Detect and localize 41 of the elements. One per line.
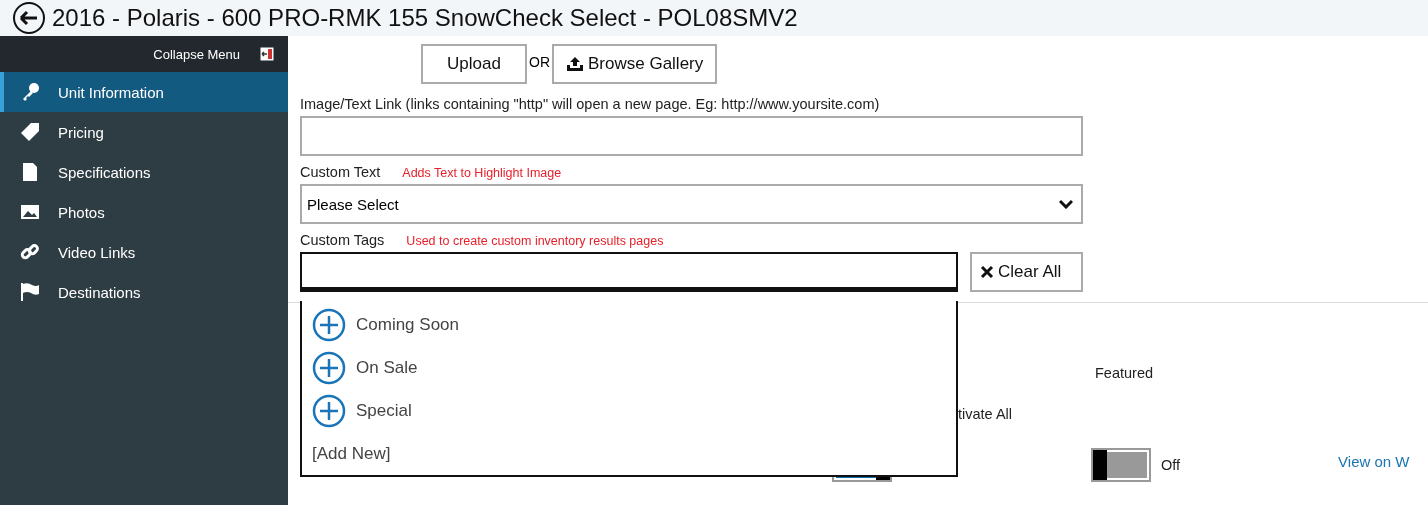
sidebar-item[interactable]: Destinations: [0, 272, 288, 312]
plus-circle-icon: [312, 350, 346, 385]
field-hint: Used to create custom inventory results pages: [406, 234, 664, 248]
field-label: Custom Text: [300, 164, 381, 180]
upload-button[interactable]: Upload: [421, 44, 527, 84]
document-icon: [20, 162, 40, 182]
featured-label: Featured: [1095, 365, 1154, 381]
dropdown-option[interactable]: Special: [312, 389, 946, 432]
page-title: 2016 - Polaris - 600 PRO-RMK 155 SnowCheck Select - POL08SMV2: [52, 4, 798, 32]
custom-tags-input-field[interactable]: [300, 252, 958, 292]
or-label: OR: [529, 54, 550, 70]
plus-circle-icon: [312, 393, 346, 428]
sidebar-item[interactable]: Video Links: [0, 232, 288, 272]
dropdown-option[interactable]: On Sale: [312, 346, 946, 389]
field-label: Custom Tags: [300, 232, 385, 248]
upload-tray-icon: [566, 56, 584, 72]
sidebar-item[interactable]: Unit Information: [0, 72, 288, 112]
plus-circle-icon: [312, 307, 346, 342]
flag-icon: [20, 282, 40, 302]
collapse-icon[interactable]: [260, 47, 274, 61]
close-icon: [980, 265, 994, 279]
sidebar-item[interactable]: Pricing: [0, 112, 288, 152]
collapse-menu-link[interactable]: Collapse Menu: [153, 46, 240, 62]
clear-all-button[interactable]: Clear All: [970, 252, 1083, 292]
dropdown-option[interactable]: [Add New]: [312, 432, 946, 475]
field-label: Image/Text Link (links containing "http" will open a new page. Eg: http://www.yoursite.com): [300, 96, 880, 112]
chevron-down-icon: [1059, 199, 1073, 209]
toggle-state-label: Off: [1161, 457, 1181, 473]
sidebar-item[interactable]: Photos: [0, 192, 288, 232]
activate-all-label: tivate All: [958, 406, 1012, 422]
toggle-switch[interactable]: [1091, 448, 1151, 482]
tag-icon: [20, 122, 40, 142]
sidebar-item[interactable]: Specifications: [0, 152, 288, 192]
custom-text-select[interactable]: Please Select: [300, 184, 1083, 224]
link-input-field[interactable]: [300, 116, 1083, 156]
dropdown-option[interactable]: Coming Soon: [312, 303, 946, 346]
view-link[interactable]: View on W: [1338, 452, 1410, 470]
browse-gallery-button[interactable]: Browse Gallery: [552, 44, 718, 84]
image-icon: [20, 202, 40, 222]
link-icon: [20, 242, 40, 262]
field-hint: Adds Text to Highlight Image: [402, 166, 562, 180]
